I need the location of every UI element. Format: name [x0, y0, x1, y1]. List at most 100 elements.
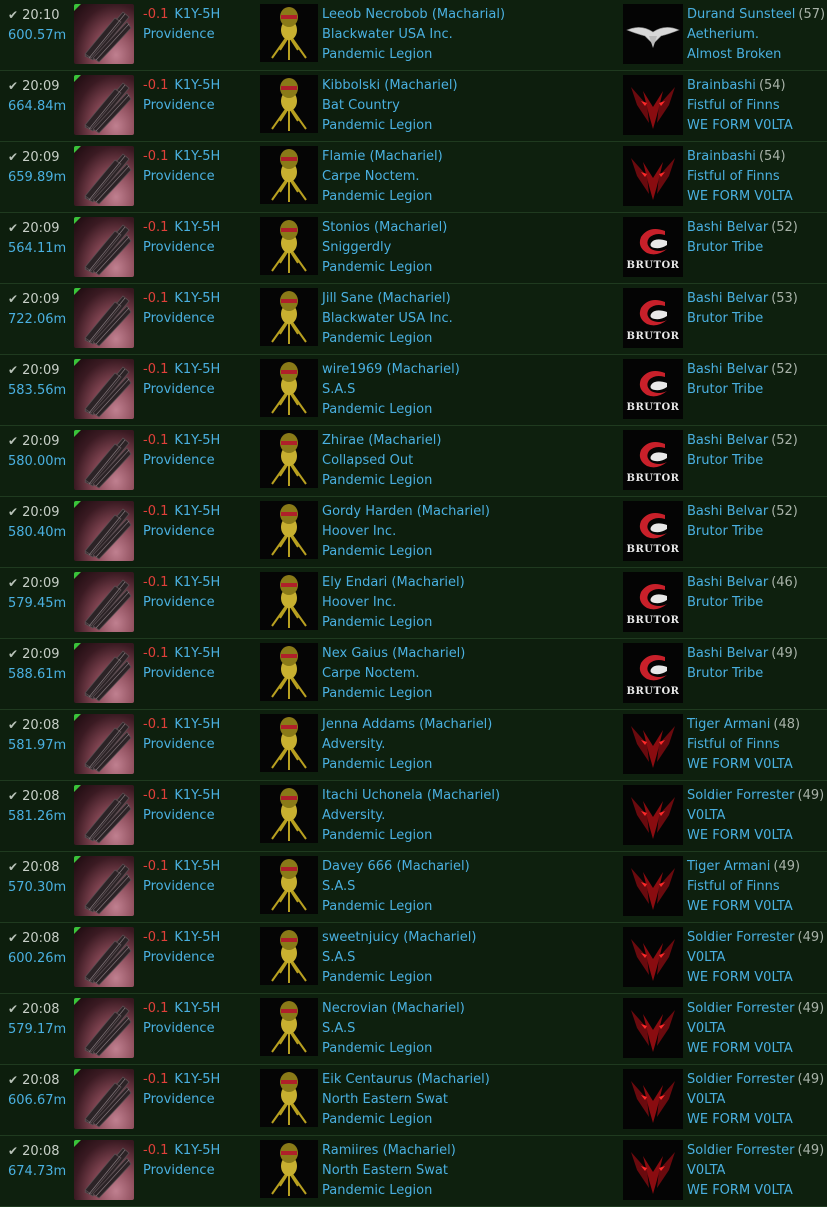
victim-pilot-link[interactable]: sweetnjuicy	[322, 930, 399, 945]
victim-ship-link[interactable]: (Machariel)	[419, 717, 492, 732]
victim-pilot-link[interactable]: Stonios	[322, 220, 370, 235]
victim-pilot-link[interactable]: Nex Gaius	[322, 646, 388, 661]
system-link[interactable]: K1Y-5H	[174, 291, 220, 306]
ship-icon[interactable]	[74, 643, 134, 703]
victim-corp-link[interactable]: Adversity.	[322, 806, 500, 826]
victim-pilot-link[interactable]: Davey 666	[322, 859, 392, 874]
system-link[interactable]: K1Y-5H	[174, 220, 220, 235]
final-blow-corp-link[interactable]: Brutor Tribe	[687, 522, 798, 542]
victim-portrait[interactable]	[260, 217, 318, 275]
final-blow-logo[interactable]	[623, 1069, 683, 1129]
victim-corp-link[interactable]: S.A.S	[322, 948, 476, 968]
ship-icon[interactable]	[74, 359, 134, 419]
victim-ship-link[interactable]: (Machariel)	[391, 575, 464, 590]
final-blow-corp-link[interactable]: V0LTA	[687, 948, 824, 968]
region-link[interactable]: Providence	[143, 309, 220, 329]
ship-icon[interactable]	[74, 998, 134, 1058]
victim-alliance-link[interactable]: Pandemic Legion	[322, 613, 465, 633]
final-blow-corp-link[interactable]: Brutor Tribe	[687, 451, 798, 471]
kill-row[interactable]: ✔ 20:08 600.26m -0.1 K1Y-5H Providence s…	[0, 923, 827, 994]
kill-row[interactable]: ✔ 20:08 570.30m -0.1 K1Y-5H Providence D…	[0, 852, 827, 923]
final-blow-alliance-link[interactable]: WE FORM V0LTA	[687, 1039, 824, 1059]
victim-ship-link[interactable]: (Machariel)	[384, 78, 457, 93]
final-blow-logo[interactable]: BRUTOR	[623, 359, 683, 419]
victim-pilot-link[interactable]: Ramiires	[322, 1143, 378, 1158]
ship-icon[interactable]	[74, 1069, 134, 1129]
kill-row[interactable]: ✔ 20:08 579.17m -0.1 K1Y-5H Providence N…	[0, 994, 827, 1065]
final-blow-logo[interactable]: BRUTOR	[623, 217, 683, 277]
victim-pilot-link[interactable]: Gordy Harden	[322, 504, 413, 519]
final-blow-alliance-link[interactable]: WE FORM V0LTA	[687, 897, 800, 917]
victim-portrait[interactable]	[260, 1069, 318, 1127]
region-link[interactable]: Providence	[143, 238, 220, 258]
victim-alliance-link[interactable]: Pandemic Legion	[322, 1110, 490, 1130]
victim-ship-link[interactable]: (Machariel)	[392, 646, 465, 661]
final-blow-pilot-link[interactable]: Bashi Belvar	[687, 575, 768, 590]
kill-row[interactable]: ✔ 20:09 583.56m -0.1 K1Y-5H Providence w…	[0, 355, 827, 426]
ship-icon[interactable]	[74, 75, 134, 135]
victim-alliance-link[interactable]: Pandemic Legion	[322, 684, 465, 704]
kill-row[interactable]: ✔ 20:08 581.97m -0.1 K1Y-5H Providence J…	[0, 710, 827, 781]
ship-icon[interactable]	[74, 217, 134, 277]
victim-corp-link[interactable]: Sniggerdly	[322, 238, 447, 258]
victim-ship-link[interactable]: (Machariel)	[417, 1072, 490, 1087]
final-blow-corp-link[interactable]: Brutor Tribe	[687, 380, 798, 400]
kill-row[interactable]: ✔ 20:08 606.67m -0.1 K1Y-5H Providence E…	[0, 1065, 827, 1136]
victim-alliance-link[interactable]: Pandemic Legion	[322, 1039, 465, 1059]
system-link[interactable]: K1Y-5H	[174, 433, 220, 448]
final-blow-pilot-link[interactable]: Soldier Forrester	[687, 788, 795, 803]
victim-ship-link[interactable]: (Machariel)	[374, 220, 447, 235]
final-blow-logo[interactable]	[623, 146, 683, 206]
victim-corp-link[interactable]: S.A.S	[322, 380, 460, 400]
system-link[interactable]: K1Y-5H	[174, 362, 220, 377]
victim-portrait[interactable]	[260, 856, 318, 914]
victim-pilot-link[interactable]: Necrovian	[322, 1001, 387, 1016]
final-blow-logo[interactable]: BRUTOR	[623, 288, 683, 348]
kill-row[interactable]: ✔ 20:09 722.06m -0.1 K1Y-5H Providence J…	[0, 284, 827, 355]
victim-pilot-link[interactable]: Jenna Addams	[322, 717, 415, 732]
region-link[interactable]: Providence	[143, 451, 220, 471]
victim-corp-link[interactable]: Adversity.	[322, 735, 492, 755]
final-blow-logo[interactable]	[623, 714, 683, 774]
victim-portrait[interactable]	[260, 501, 318, 559]
final-blow-logo[interactable]	[623, 1140, 683, 1200]
victim-pilot-link[interactable]: wire1969	[322, 362, 382, 377]
victim-corp-link[interactable]: Carpe Noctem.	[322, 167, 443, 187]
final-blow-corp-link[interactable]: Brutor Tribe	[687, 593, 798, 613]
final-blow-corp-link[interactable]: V0LTA	[687, 1090, 824, 1110]
final-blow-pilot-link[interactable]: Bashi Belvar	[687, 646, 768, 661]
system-link[interactable]: K1Y-5H	[174, 930, 220, 945]
victim-portrait[interactable]	[260, 430, 318, 488]
ship-icon[interactable]	[74, 4, 134, 64]
kill-row[interactable]: ✔ 20:09 579.45m -0.1 K1Y-5H Providence E…	[0, 568, 827, 639]
region-link[interactable]: Providence	[143, 593, 220, 613]
final-blow-corp-link[interactable]: Fistful of Finns	[687, 167, 793, 187]
system-link[interactable]: K1Y-5H	[174, 859, 220, 874]
ship-icon[interactable]	[74, 785, 134, 845]
kill-row[interactable]: ✔ 20:09 664.84m -0.1 K1Y-5H Providence K…	[0, 71, 827, 142]
victim-alliance-link[interactable]: Pandemic Legion	[322, 329, 453, 349]
system-link[interactable]: K1Y-5H	[174, 788, 220, 803]
system-link[interactable]: K1Y-5H	[174, 575, 220, 590]
victim-portrait[interactable]	[260, 146, 318, 204]
region-link[interactable]: Providence	[143, 167, 220, 187]
victim-pilot-link[interactable]: Zhirae	[322, 433, 364, 448]
victim-corp-link[interactable]: Collapsed Out	[322, 451, 441, 471]
victim-alliance-link[interactable]: Pandemic Legion	[322, 968, 476, 988]
final-blow-alliance-link[interactable]: WE FORM V0LTA	[687, 187, 793, 207]
victim-portrait[interactable]	[260, 572, 318, 630]
kill-row[interactable]: ✔ 20:09 588.61m -0.1 K1Y-5H Providence N…	[0, 639, 827, 710]
victim-ship-link[interactable]: (Machariel)	[403, 930, 476, 945]
final-blow-corp-link[interactable]: V0LTA	[687, 806, 824, 826]
system-link[interactable]: K1Y-5H	[174, 1001, 220, 1016]
region-link[interactable]: Providence	[143, 380, 220, 400]
ship-icon[interactable]	[74, 501, 134, 561]
victim-alliance-link[interactable]: Pandemic Legion	[322, 542, 490, 562]
victim-corp-link[interactable]: Blackwater USA Inc.	[322, 25, 505, 45]
final-blow-logo[interactable]: BRUTOR	[623, 643, 683, 703]
final-blow-alliance-link[interactable]: WE FORM V0LTA	[687, 116, 793, 136]
victim-corp-link[interactable]: North Eastern Swat	[322, 1161, 456, 1181]
victim-corp-link[interactable]: S.A.S	[322, 1019, 465, 1039]
final-blow-pilot-link[interactable]: Soldier Forrester	[687, 1001, 795, 1016]
final-blow-pilot-link[interactable]: Soldier Forrester	[687, 930, 795, 945]
